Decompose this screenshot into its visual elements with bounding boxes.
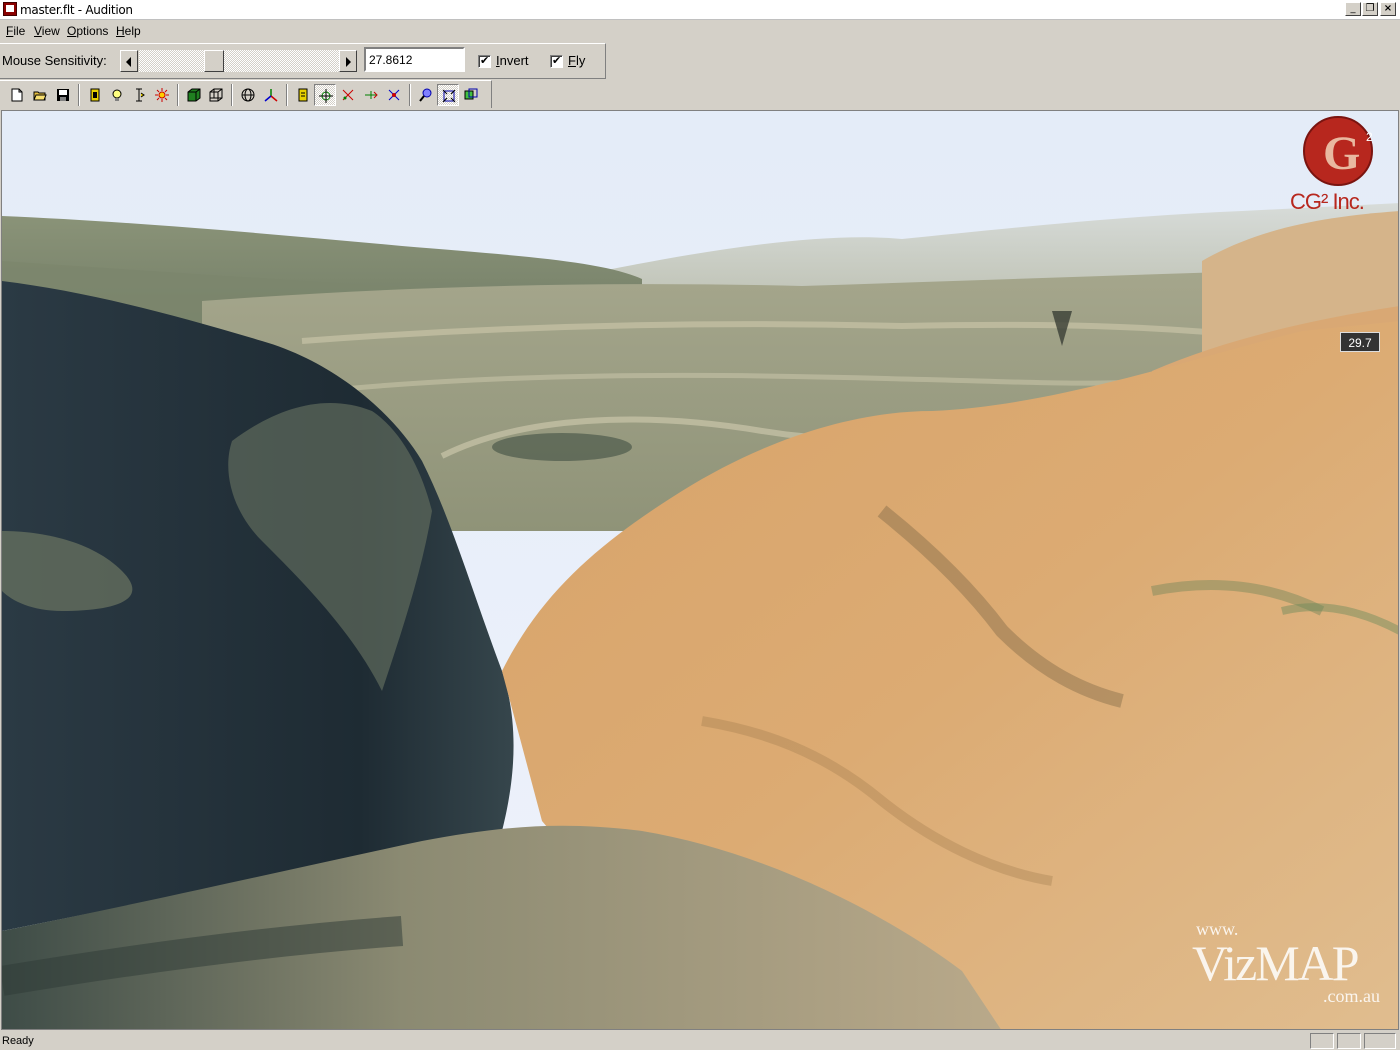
invert-label[interactable]: Invert bbox=[496, 53, 529, 68]
mouse-sensitivity-label: Mouse Sensitivity: bbox=[2, 53, 107, 68]
open-button[interactable] bbox=[29, 84, 51, 106]
text-cursor-icon bbox=[132, 88, 146, 102]
toolbar-separator bbox=[78, 84, 80, 106]
arrow-right-icon bbox=[346, 57, 351, 67]
light-icon bbox=[88, 88, 102, 102]
status-pane bbox=[1337, 1033, 1361, 1049]
cg2-logo: G 2 bbox=[1303, 116, 1373, 186]
solid-button[interactable] bbox=[183, 84, 205, 106]
status-pane bbox=[1364, 1033, 1396, 1049]
crosshair-icon bbox=[319, 89, 333, 103]
watermark-brand: VizMAP bbox=[1192, 935, 1360, 991]
title-bar: master.flt - Audition _ ❐ × bbox=[0, 0, 1400, 20]
invert-checkbox[interactable] bbox=[478, 54, 491, 68]
fit-button[interactable] bbox=[437, 84, 459, 106]
axes-icon bbox=[264, 88, 278, 102]
arrow-left-icon bbox=[126, 57, 131, 67]
invert-label-text: nvert bbox=[499, 53, 529, 68]
globe-button[interactable] bbox=[237, 84, 259, 106]
menu-options-accel: O bbox=[67, 24, 77, 38]
zoom-icon bbox=[419, 88, 433, 102]
lock-button[interactable] bbox=[292, 84, 314, 106]
pan-button[interactable] bbox=[360, 84, 382, 106]
toolbar-separator bbox=[286, 84, 288, 106]
sensitivity-input[interactable] bbox=[364, 47, 465, 72]
new-file-icon bbox=[10, 88, 24, 102]
pan-icon bbox=[364, 88, 378, 102]
solid-cube-icon bbox=[187, 88, 201, 102]
wire-cube-icon bbox=[209, 88, 223, 102]
fly-checkbox[interactable] bbox=[550, 54, 563, 68]
globe-icon bbox=[241, 88, 255, 102]
menu-file-label: ile bbox=[13, 24, 26, 38]
vizmap-watermark: www. VizMAP .com.au bbox=[1192, 919, 1392, 1007]
wireframe-button[interactable] bbox=[205, 84, 227, 106]
sensitivity-slider-track[interactable] bbox=[139, 50, 339, 72]
menu-help-accel: H bbox=[116, 24, 125, 38]
fly-label[interactable]: Fly bbox=[568, 53, 585, 68]
close-button[interactable]: × bbox=[1380, 2, 1396, 16]
svg-text:2: 2 bbox=[1366, 130, 1373, 144]
toolbar-separator bbox=[409, 84, 411, 106]
lock-icon bbox=[296, 88, 310, 102]
restore-button[interactable]: ❐ bbox=[1362, 2, 1378, 16]
fps-readout: 29.7 bbox=[1340, 332, 1380, 352]
bulb-icon bbox=[110, 88, 124, 102]
window-title: master.flt - Audition bbox=[20, 3, 133, 17]
bulb-button[interactable] bbox=[106, 84, 128, 106]
menu-file[interactable]: File bbox=[6, 24, 25, 38]
slider-right-button[interactable] bbox=[339, 50, 357, 72]
menu-view[interactable]: View bbox=[34, 24, 60, 38]
status-pane bbox=[1310, 1033, 1334, 1049]
3d-viewport[interactable]: G 2 CG² Inc. 29.7 www. VizMAP .com.au bbox=[1, 110, 1399, 1030]
fly-accel: F bbox=[568, 53, 576, 68]
app-icon[interactable] bbox=[3, 2, 17, 16]
save-icon bbox=[56, 88, 70, 102]
orbit-icon bbox=[387, 88, 401, 102]
open-folder-icon bbox=[33, 88, 47, 102]
sun-button[interactable] bbox=[151, 84, 173, 106]
fit-icon bbox=[442, 89, 456, 103]
toolbar-separator bbox=[231, 84, 233, 106]
minimize-button[interactable]: _ bbox=[1345, 2, 1361, 16]
light-button[interactable] bbox=[84, 84, 106, 106]
status-text: Ready bbox=[2, 1035, 34, 1047]
zoom-button[interactable] bbox=[415, 84, 437, 106]
menu-help-label: elp bbox=[124, 24, 141, 38]
slider-left-button[interactable] bbox=[120, 50, 138, 72]
axes-button[interactable] bbox=[260, 84, 282, 106]
svg-text:G: G bbox=[1323, 127, 1360, 180]
terrain-scene[interactable]: G 2 bbox=[2, 111, 1399, 1030]
menu-view-label: iew bbox=[41, 24, 60, 38]
menu-options[interactable]: Options bbox=[67, 24, 108, 38]
crosshair-button[interactable] bbox=[314, 84, 336, 106]
menu-options-label: ptions bbox=[76, 24, 109, 38]
fly-label-text: ly bbox=[575, 53, 586, 68]
orbit-button[interactable] bbox=[383, 84, 405, 106]
text-button[interactable] bbox=[128, 84, 150, 106]
menu-bar: File View Options Help bbox=[0, 21, 1400, 43]
logo-caption: CG² Inc. bbox=[1290, 189, 1365, 214]
frame-icon bbox=[464, 88, 478, 102]
frame-button[interactable] bbox=[460, 84, 482, 106]
toolbar-separator bbox=[177, 84, 179, 106]
menu-view-accel: V bbox=[34, 24, 42, 38]
scatter-button[interactable] bbox=[337, 84, 359, 106]
scatter-icon bbox=[341, 88, 355, 102]
status-bar: Ready bbox=[0, 1031, 1400, 1050]
new-button[interactable] bbox=[6, 84, 28, 106]
sensitivity-slider-thumb[interactable] bbox=[203, 50, 224, 72]
sun-icon bbox=[155, 88, 169, 102]
save-button[interactable] bbox=[52, 84, 74, 106]
menu-help[interactable]: Help bbox=[116, 24, 141, 38]
